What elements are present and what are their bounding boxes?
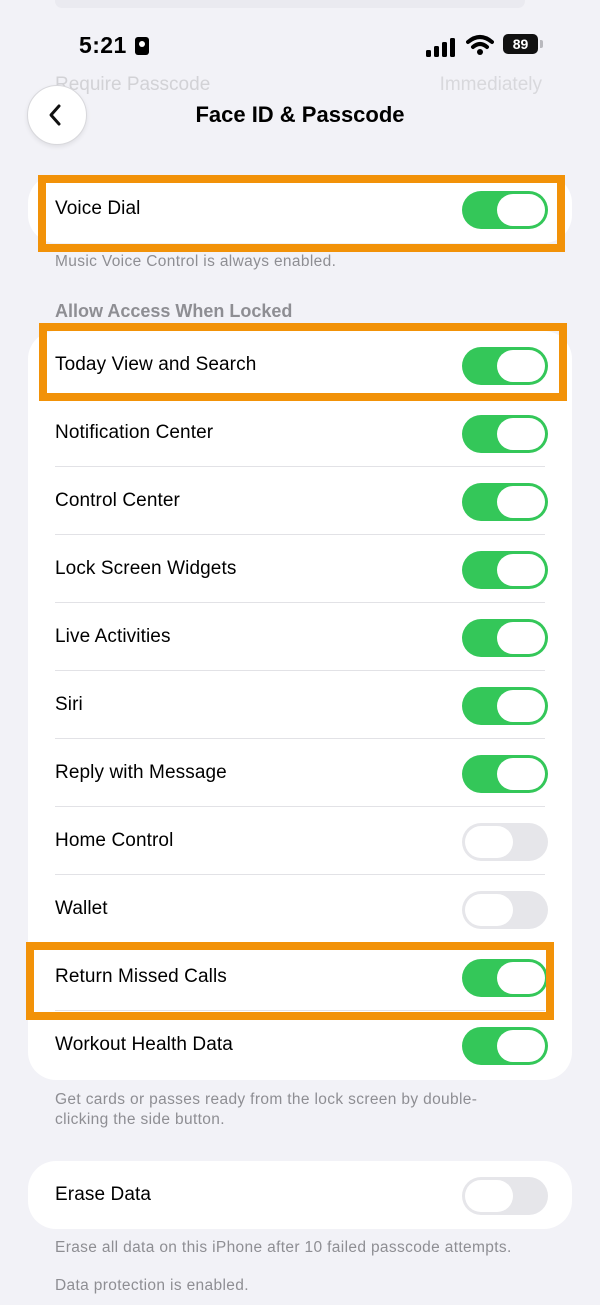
row-home-control: Home Control bbox=[28, 807, 572, 875]
return-missed-calls-toggle[interactable] bbox=[462, 959, 548, 997]
locked-access-card: Today View and Search Notification Cente… bbox=[28, 331, 572, 1080]
row-label: Reply with Message bbox=[55, 762, 227, 783]
row-control-center: Control Center bbox=[28, 467, 572, 535]
row-label: Wallet bbox=[55, 898, 108, 919]
row-label: Siri bbox=[55, 694, 83, 715]
row-label: Return Missed Calls bbox=[55, 966, 227, 987]
voice-dial-footnote: Music Voice Control is always enabled. bbox=[55, 253, 337, 270]
row-label: Notification Center bbox=[55, 422, 214, 443]
row-label: Live Activities bbox=[55, 626, 171, 647]
toggle-knob bbox=[497, 418, 545, 450]
toggle-knob bbox=[497, 194, 545, 226]
cellular-signal-icon bbox=[426, 37, 458, 57]
row-today-view: Today View and Search bbox=[28, 331, 572, 399]
row-lock-screen-widgets: Lock Screen Widgets bbox=[28, 535, 572, 603]
siri-toggle[interactable] bbox=[462, 687, 548, 725]
row-erase-data: Erase Data bbox=[28, 1161, 572, 1229]
row-label: Control Center bbox=[55, 490, 180, 511]
toggle-knob bbox=[465, 826, 513, 858]
section-header-locked-access: Allow Access When Locked bbox=[55, 301, 293, 321]
footnote-line: Get cards or passes ready from the lock … bbox=[55, 1091, 478, 1108]
voice-dial-row: Voice Dial bbox=[28, 175, 572, 243]
voice-dial-toggle[interactable] bbox=[462, 191, 548, 229]
toggle-knob bbox=[497, 758, 545, 790]
row-label: Workout Health Data bbox=[55, 1034, 233, 1055]
ghost-text-line bbox=[55, 0, 525, 8]
battery-level-icon: 89 bbox=[503, 34, 543, 54]
row-return-missed-calls: Return Missed Calls bbox=[28, 943, 572, 1011]
toggle-knob bbox=[497, 690, 545, 722]
row-notification-center: Notification Center bbox=[28, 399, 572, 467]
today-view-toggle[interactable] bbox=[462, 347, 548, 385]
row-live-activities: Live Activities bbox=[28, 603, 572, 671]
background-settings-ghost: Require Passcode Immediately bbox=[0, 0, 600, 160]
row-label: Home Control bbox=[55, 830, 174, 851]
row-siri: Siri bbox=[28, 671, 572, 739]
ghost-require-passcode-value: Immediately bbox=[439, 74, 542, 95]
wifi-icon bbox=[466, 35, 494, 55]
workout-health-data-toggle[interactable] bbox=[462, 1027, 548, 1065]
wallet-toggle[interactable] bbox=[462, 891, 548, 929]
page-title: Face ID & Passcode bbox=[195, 102, 405, 127]
lock-screen-widgets-toggle[interactable] bbox=[462, 551, 548, 589]
reply-with-message-toggle[interactable] bbox=[462, 755, 548, 793]
voice-dial-card: Voice Dial bbox=[28, 175, 572, 243]
home-control-toggle[interactable] bbox=[462, 823, 548, 861]
notification-center-toggle[interactable] bbox=[462, 415, 548, 453]
control-center-toggle[interactable] bbox=[462, 483, 548, 521]
toggle-knob bbox=[465, 1180, 513, 1212]
row-label: Lock Screen Widgets bbox=[55, 558, 237, 579]
erase-data-label: Erase Data bbox=[55, 1184, 152, 1205]
status-bar: 5:21 89 bbox=[0, 30, 600, 62]
toggle-knob bbox=[497, 622, 545, 654]
toggle-knob bbox=[497, 1030, 545, 1062]
toggle-knob bbox=[497, 486, 545, 518]
toggle-knob bbox=[497, 350, 545, 382]
data-protection-status: Data protection is enabled. bbox=[55, 1277, 249, 1294]
voice-dial-label: Voice Dial bbox=[55, 198, 141, 219]
toggle-knob bbox=[497, 962, 545, 994]
toggle-knob bbox=[465, 894, 513, 926]
erase-data-toggle[interactable] bbox=[462, 1177, 548, 1215]
erase-data-card: Erase Data bbox=[28, 1161, 572, 1229]
live-activities-toggle[interactable] bbox=[462, 619, 548, 657]
status-time: 5:21 bbox=[79, 32, 127, 58]
row-workout-health-data: Workout Health Data bbox=[28, 1011, 572, 1079]
ghost-require-passcode-label: Require Passcode bbox=[55, 74, 211, 95]
row-wallet: Wallet bbox=[28, 875, 572, 943]
locked-access-footnote: Get cards or passes ready from the lock … bbox=[55, 1090, 477, 1130]
contact-id-icon bbox=[135, 37, 149, 55]
row-reply-with-message: Reply with Message bbox=[28, 739, 572, 807]
row-label: Today View and Search bbox=[55, 354, 257, 375]
footnote-line: clicking the side button. bbox=[55, 1111, 225, 1128]
erase-data-footnote: Erase all data on this iPhone after 10 f… bbox=[55, 1239, 512, 1256]
toggle-knob bbox=[497, 554, 545, 586]
